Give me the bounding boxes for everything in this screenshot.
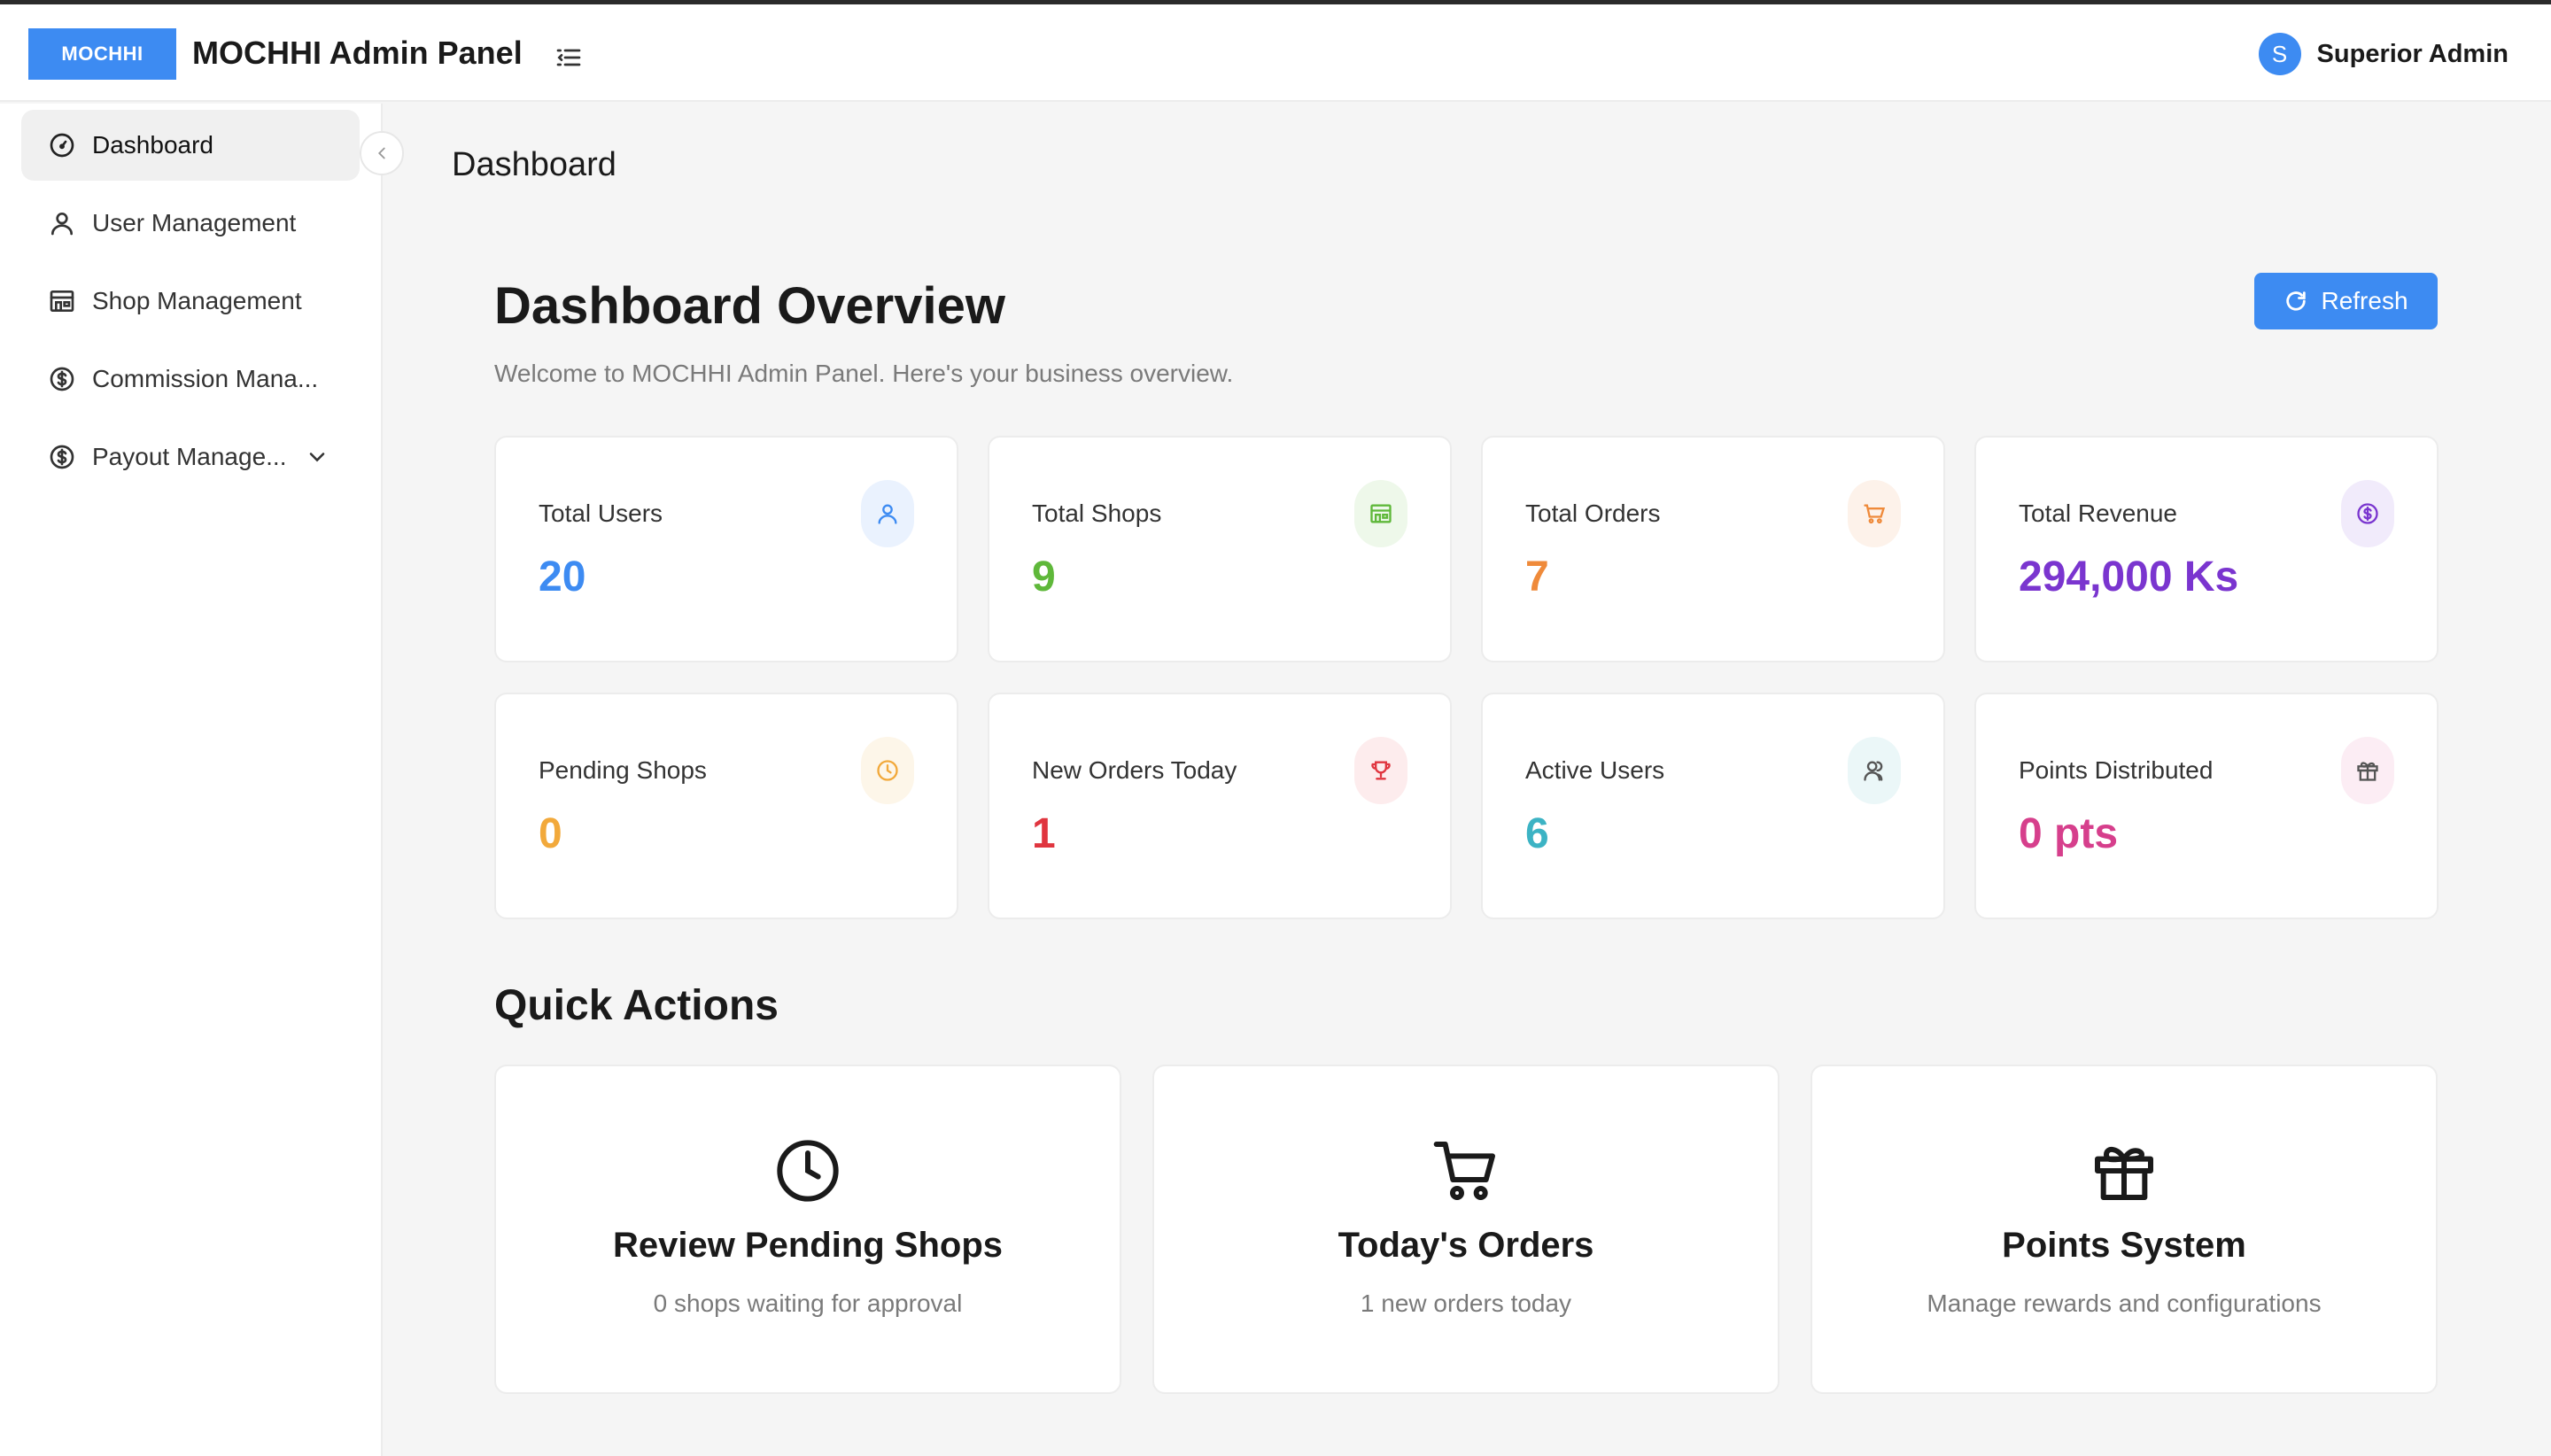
cart-icon [1431, 1135, 1501, 1206]
stat-value: 1 [1032, 810, 1056, 857]
user-icon [51, 213, 73, 236]
gift-icon [2089, 1135, 2159, 1206]
gauge-icon [50, 133, 74, 158]
stat-value: 294,000 Ks [2019, 554, 2239, 600]
sidebar-item-commission-management[interactable]: Commission Mana... [21, 344, 360, 414]
overview-subtitle: Welcome to MOCHHI Admin Panel. Here's yo… [494, 360, 1234, 387]
sidebar-item-label: Commission Mana... [92, 365, 319, 392]
sidebar: Dashboard User Management Shop Managemen… [0, 104, 383, 1456]
refresh-label: Refresh [2321, 287, 2408, 314]
stat-card-points-distributed: Points Distributed 0 pts [1974, 693, 2439, 919]
dollar-circle-icon [2341, 480, 2394, 547]
stat-card-new-orders-today: New Orders Today 1 [988, 693, 1452, 919]
gift-icon [2341, 737, 2394, 804]
quick-action-points-system[interactable]: Points System Manage rewards and configu… [1811, 1065, 2438, 1394]
chevron-left-icon [377, 147, 385, 159]
chevron-down-icon[interactable] [305, 445, 330, 469]
menu-fold-icon[interactable] [554, 43, 583, 72]
clock-icon [772, 1135, 843, 1206]
page-title: Dashboard [452, 146, 616, 183]
sidebar-item-label: Shop Management [92, 287, 302, 314]
sidebar-item-user-management[interactable]: User Management [21, 188, 360, 259]
refresh-button[interactable]: Refresh [2254, 273, 2438, 329]
store-icon [1354, 480, 1407, 547]
stat-card-active-users: Active Users 6 [1481, 693, 1945, 919]
stat-label: Total Revenue [2019, 500, 2178, 527]
overview-title: Dashboard Overview [494, 277, 1005, 335]
stat-label: Total Users [539, 500, 663, 527]
quick-action-review-pending-shops[interactable]: Review Pending Shops 0 shops waiting for… [494, 1065, 1121, 1394]
quick-action-name: Points System [2002, 1226, 2246, 1265]
users-icon [1848, 737, 1901, 804]
app-title: MOCHHI Admin Panel [192, 35, 523, 71]
store-icon [50, 290, 74, 312]
app-header: MOCHHI MOCHHI Admin Panel S Superior Adm… [0, 4, 2551, 102]
stat-card-total-revenue: Total Revenue 294,000 Ks [1974, 436, 2439, 662]
quick-action-desc: Manage rewards and configurations [1927, 1289, 2322, 1317]
stat-value: 20 [539, 554, 586, 600]
trophy-icon [1354, 737, 1407, 804]
sidebar-item-shop-management[interactable]: Shop Management [21, 266, 360, 337]
quick-actions-title: Quick Actions [494, 982, 779, 1029]
stat-label: New Orders Today [1032, 756, 1237, 784]
user-icon [861, 480, 914, 547]
stat-label: Pending Shops [539, 756, 707, 784]
quick-action-desc: 1 new orders today [1360, 1289, 1572, 1317]
user-name[interactable]: Superior Admin [2317, 40, 2508, 69]
stat-value: 7 [1525, 554, 1549, 600]
stat-label: Active Users [1525, 756, 1665, 784]
stat-label: Points Distributed [2019, 756, 2214, 784]
quick-action-name: Review Pending Shops [612, 1226, 1004, 1265]
stat-label: Total Shops [1032, 500, 1162, 527]
user-menu[interactable]: S Superior Admin [2258, 33, 2508, 75]
stat-card-pending-shops: Pending Shops 0 [494, 693, 958, 919]
quick-action-todays-orders[interactable]: Today's Orders 1 new orders today [1152, 1065, 1779, 1394]
sidebar-item-dashboard[interactable]: Dashboard [21, 110, 360, 181]
stat-value: 6 [1525, 810, 1549, 857]
sidebar-collapse-button[interactable] [360, 131, 404, 175]
sidebar-item-payout-management[interactable]: Payout Manage... [21, 422, 360, 492]
stat-card-total-shops: Total Shops 9 [988, 436, 1452, 662]
stat-value: 9 [1032, 554, 1056, 600]
stat-card-total-users: Total Users 20 [494, 436, 958, 662]
stat-label: Total Orders [1525, 500, 1661, 527]
refresh-icon [2286, 291, 2307, 311]
dollar-circle-icon [50, 445, 74, 469]
stat-value: 0 pts [2019, 810, 2119, 857]
avatar[interactable]: S [2258, 33, 2301, 75]
dollar-circle-icon [50, 367, 74, 391]
stat-card-total-orders: Total Orders 7 [1481, 436, 1945, 662]
quick-action-name: Today's Orders [1338, 1226, 1594, 1265]
clock-icon [861, 737, 914, 804]
stat-value: 0 [539, 810, 562, 857]
sidebar-item-label: User Management [92, 209, 297, 236]
sidebar-item-label: Payout Manage... [92, 443, 287, 470]
cart-icon [1848, 480, 1901, 547]
logo[interactable]: MOCHHI [28, 28, 176, 80]
sidebar-item-label: Dashboard [92, 131, 213, 159]
quick-action-desc: 0 shops waiting for approval [653, 1289, 963, 1317]
